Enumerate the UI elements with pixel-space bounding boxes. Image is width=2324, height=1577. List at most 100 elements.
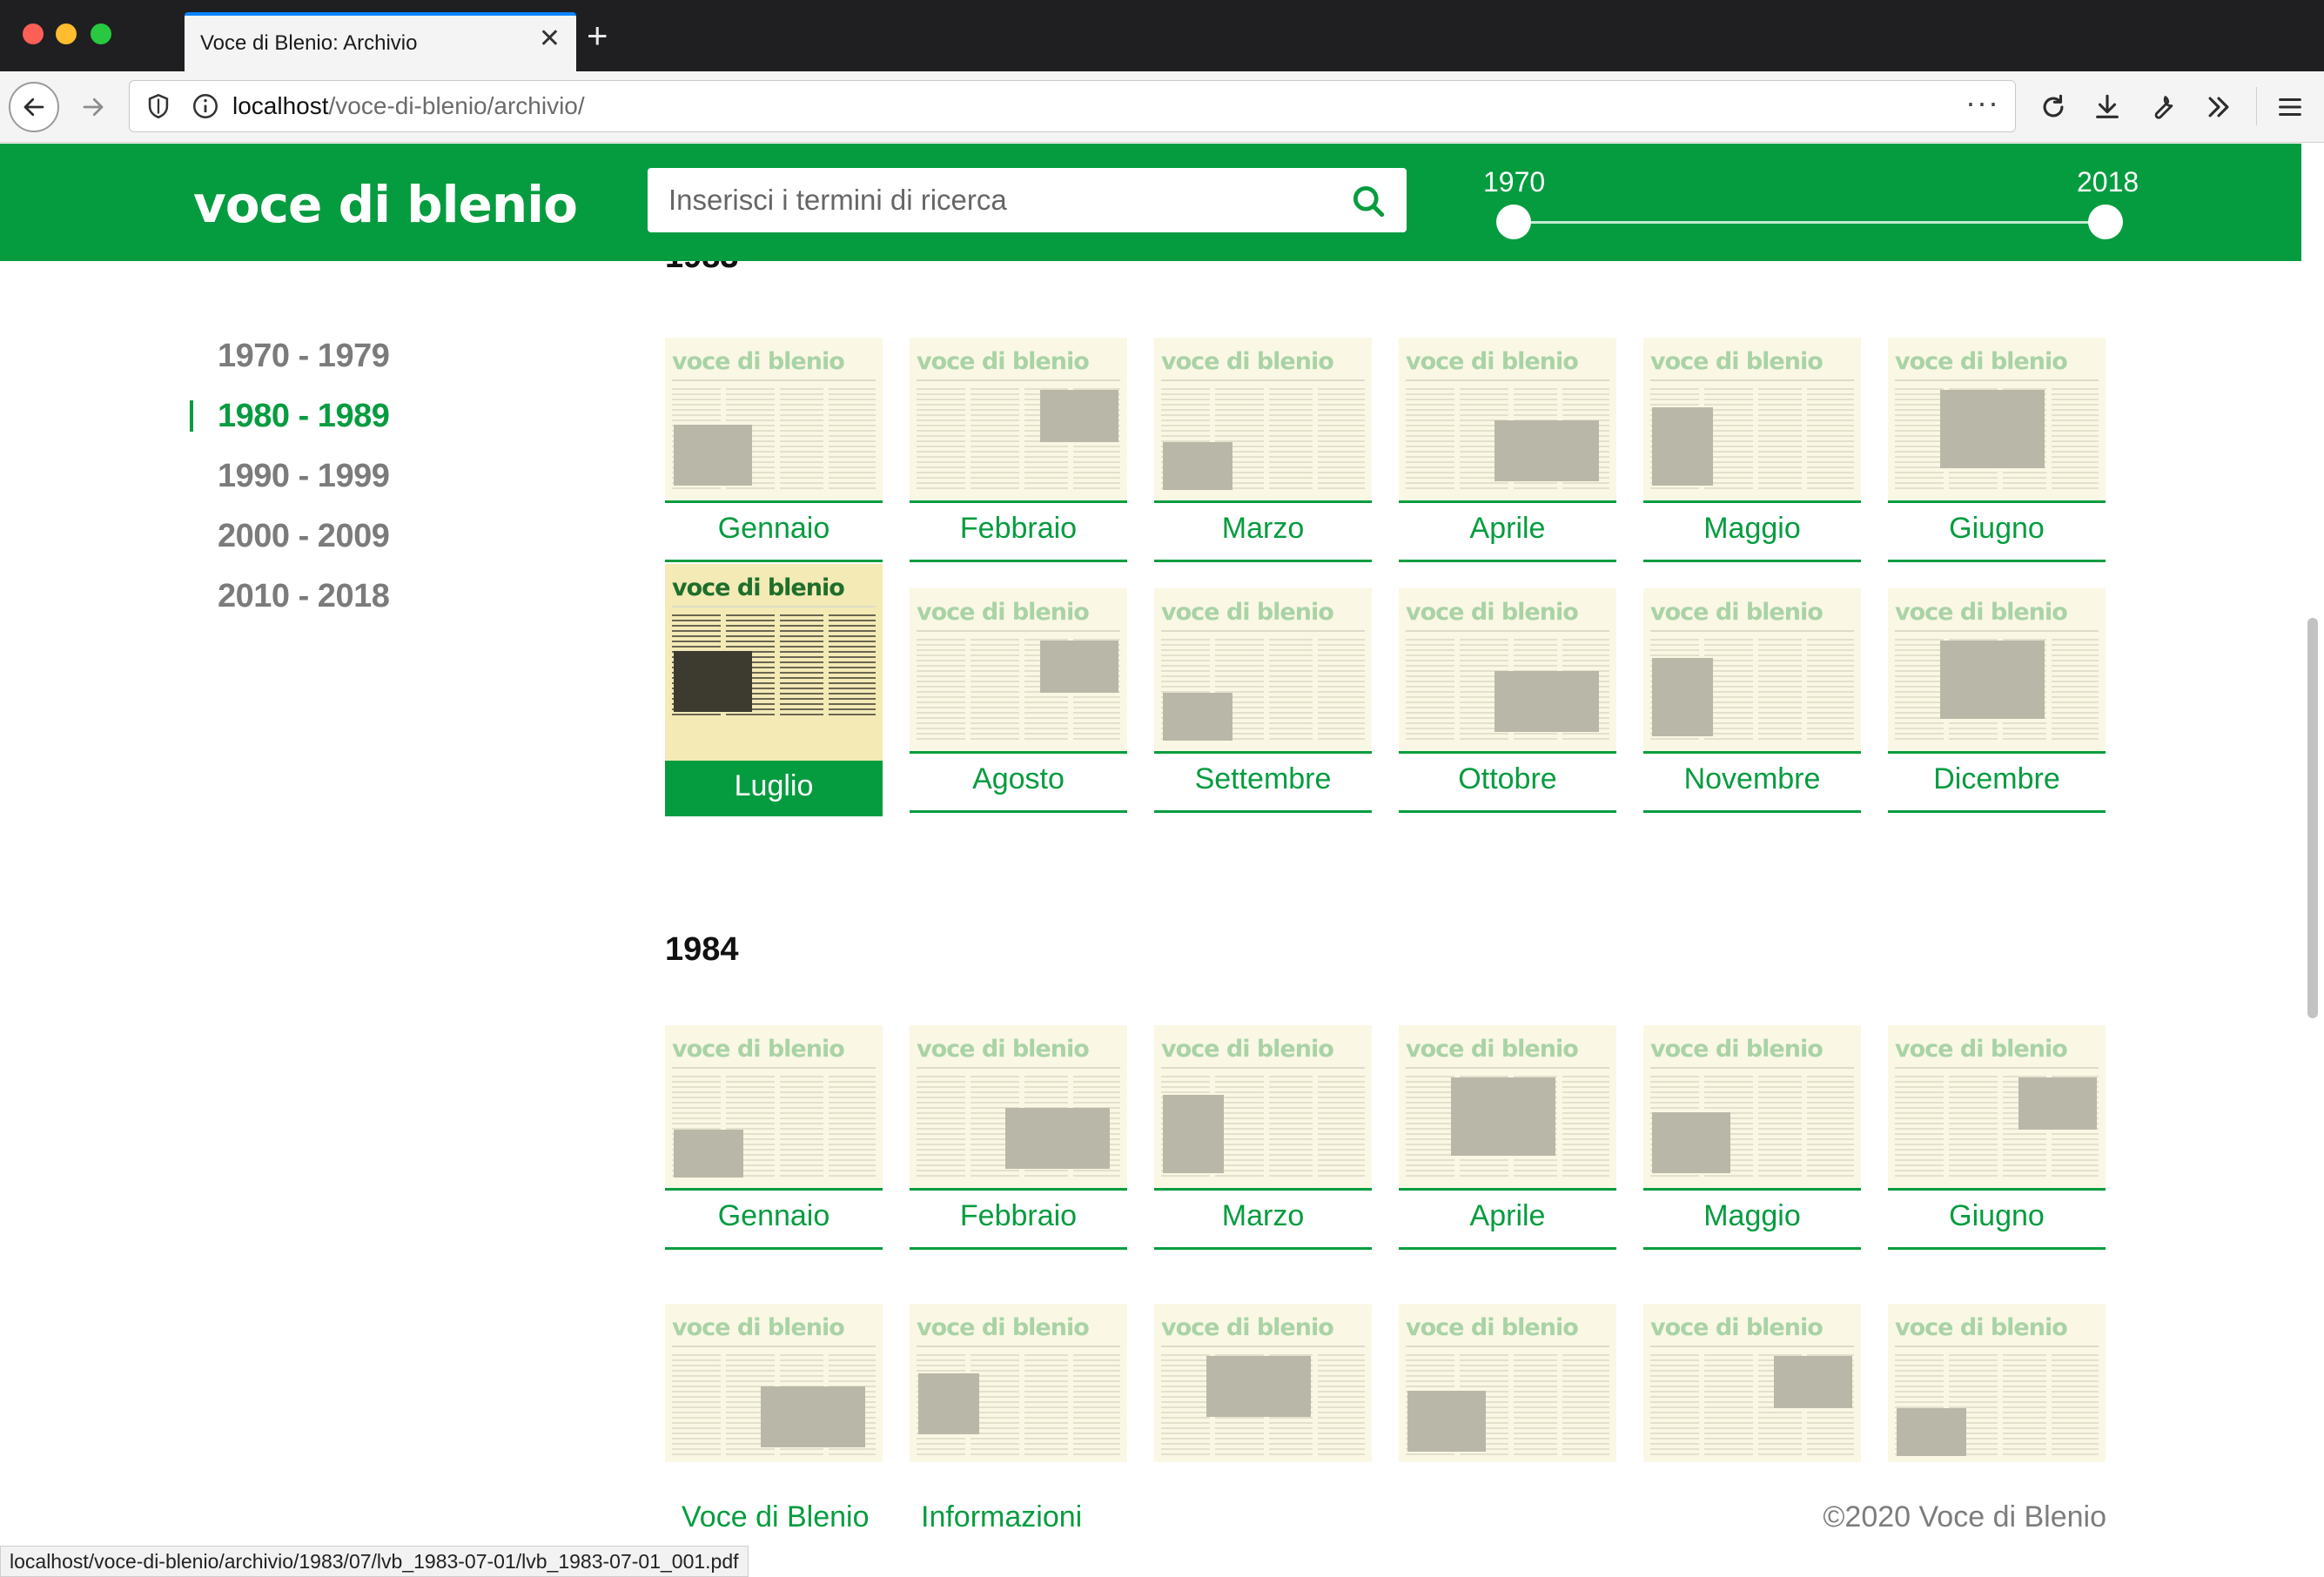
month-card-1984-10[interactable]: voce di blenio bbox=[1399, 1304, 1616, 1462]
month-label[interactable]: Luglio bbox=[665, 761, 883, 816]
footer-link-info[interactable]: Informazioni bbox=[921, 1500, 1082, 1534]
issue-thumbnail[interactable]: voce di blenio bbox=[910, 1304, 1127, 1462]
issue-thumbnail[interactable]: voce di blenio bbox=[1399, 588, 1616, 754]
reload-icon[interactable] bbox=[2028, 82, 2079, 132]
wrench-icon[interactable] bbox=[2138, 82, 2188, 132]
year-range-track[interactable] bbox=[1515, 221, 2106, 224]
month-label[interactable]: Marzo bbox=[1154, 510, 1372, 562]
decade-link-2010[interactable]: 2010 - 2018 bbox=[218, 578, 390, 638]
page-scrollbar[interactable] bbox=[2301, 144, 2324, 1577]
month-card-1984-9[interactable]: voce di blenio bbox=[1154, 1304, 1372, 1462]
issue-thumbnail[interactable]: voce di blenio bbox=[1643, 338, 1861, 503]
search-input[interactable] bbox=[668, 180, 1330, 220]
issue-thumbnail[interactable]: voce di blenio bbox=[1888, 1025, 2106, 1191]
issue-thumbnail[interactable]: voce di blenio bbox=[910, 338, 1127, 503]
issue-thumbnail[interactable]: voce di blenio bbox=[910, 1025, 1127, 1191]
issue-thumbnail[interactable]: voce di blenio bbox=[1154, 1304, 1372, 1462]
footer-link-home[interactable]: Voce di Blenio bbox=[682, 1500, 870, 1534]
issue-thumbnail[interactable]: voce di blenio bbox=[1399, 1304, 1616, 1462]
decade-link-1970[interactable]: 1970 - 1979 bbox=[218, 338, 390, 398]
minimize-window-button[interactable] bbox=[56, 23, 77, 44]
issue-thumbnail[interactable]: voce di blenio bbox=[1154, 338, 1372, 503]
issue-thumbnail[interactable]: voce di blenio bbox=[1154, 588, 1372, 754]
issue-thumbnail[interactable]: voce di blenio bbox=[1888, 1304, 2106, 1462]
issue-thumbnail[interactable]: voce di blenio bbox=[910, 588, 1127, 754]
shield-icon[interactable] bbox=[144, 91, 173, 121]
download-icon[interactable] bbox=[2082, 82, 2133, 132]
month-label[interactable]: Settembre bbox=[1154, 761, 1372, 813]
month-label[interactable]: Marzo bbox=[1154, 1198, 1372, 1250]
month-label[interactable]: Gennaio bbox=[665, 1198, 883, 1250]
issue-thumbnail[interactable]: voce di blenio bbox=[1643, 1025, 1861, 1191]
month-label[interactable]: Novembre bbox=[1643, 761, 1861, 813]
month-card-1983-8[interactable]: voce di blenio Agosto bbox=[910, 588, 1127, 813]
month-card-1984-8[interactable]: voce di blenio bbox=[910, 1304, 1127, 1462]
issue-thumbnail[interactable]: voce di blenio bbox=[665, 1304, 883, 1462]
decade-link-1990[interactable]: 1990 - 1999 bbox=[218, 458, 390, 518]
month-label[interactable]: Aprile bbox=[1399, 510, 1616, 562]
month-label[interactable]: Giugno bbox=[1888, 1198, 2106, 1250]
month-label[interactable]: Giugno bbox=[1888, 510, 2106, 562]
issue-thumbnail[interactable]: voce di blenio bbox=[1399, 338, 1616, 503]
month-card-1983-7[interactable]: voce di blenio Luglio bbox=[665, 564, 883, 816]
scrollbar-thumb[interactable] bbox=[2307, 618, 2318, 1018]
month-card-1983-12[interactable]: voce di blenio Dicembre bbox=[1888, 588, 2106, 813]
issue-thumbnail[interactable]: voce di blenio bbox=[1154, 1025, 1372, 1191]
month-card-1983-11[interactable]: voce di blenio Novembre bbox=[1643, 588, 1861, 813]
month-card-1984-5[interactable]: voce di blenio Maggio bbox=[1643, 1025, 1861, 1250]
info-icon[interactable] bbox=[191, 91, 220, 121]
month-card-1983-3[interactable]: voce di blenio Marzo bbox=[1154, 338, 1372, 562]
month-card-1983-2[interactable]: voce di blenio Febbraio bbox=[910, 338, 1127, 562]
forward-arrow-icon[interactable] bbox=[68, 82, 118, 132]
thumbnail-photo bbox=[1494, 420, 1599, 481]
issue-thumbnail[interactable]: voce di blenio bbox=[1888, 588, 2106, 754]
month-label[interactable]: Ottobre bbox=[1399, 761, 1616, 813]
month-label[interactable]: Dicembre bbox=[1888, 761, 2106, 813]
close-tab-icon[interactable]: ✕ bbox=[539, 26, 561, 52]
month-card-1983-9[interactable]: voce di blenio Settembre bbox=[1154, 588, 1372, 813]
month-card-1983-1[interactable]: voce di blenio Gennaio bbox=[665, 338, 883, 562]
issue-thumbnail[interactable]: voce di blenio bbox=[1643, 1304, 1861, 1462]
month-card-1983-10[interactable]: voce di blenio Ottobre bbox=[1399, 588, 1616, 813]
close-window-button[interactable] bbox=[23, 23, 44, 44]
month-label[interactable]: Febbraio bbox=[910, 1198, 1127, 1250]
new-tab-icon[interactable]: + bbox=[587, 17, 608, 54]
hamburger-menu-icon[interactable] bbox=[2265, 82, 2315, 132]
month-label[interactable]: Gennaio bbox=[665, 510, 883, 562]
month-card-1984-1[interactable]: voce di blenio Gennaio bbox=[665, 1025, 883, 1250]
month-label[interactable]: Febbraio bbox=[910, 510, 1127, 562]
browser-tab[interactable]: Voce di Blenio: Archivio ✕ bbox=[185, 12, 576, 71]
month-card-1984-11[interactable]: voce di blenio bbox=[1643, 1304, 1861, 1462]
month-card-1984-6[interactable]: voce di blenio Giugno bbox=[1888, 1025, 2106, 1250]
decade-link-2000[interactable]: 2000 - 2009 bbox=[218, 518, 390, 578]
overflow-chevron-icon[interactable] bbox=[2193, 82, 2244, 132]
month-card-1983-5[interactable]: voce di blenio Maggio bbox=[1643, 338, 1861, 562]
month-card-1984-4[interactable]: voce di blenio Aprile bbox=[1399, 1025, 1616, 1250]
month-card-1984-12[interactable]: voce di blenio bbox=[1888, 1304, 2106, 1462]
zoom-window-button[interactable] bbox=[91, 23, 111, 44]
address-bar[interactable]: localhost/voce-di-blenio/archivio/ ··· bbox=[129, 80, 2016, 132]
back-arrow-icon[interactable] bbox=[9, 82, 59, 132]
month-card-1983-4[interactable]: voce di blenio Aprile bbox=[1399, 338, 1616, 562]
month-label[interactable]: Maggio bbox=[1643, 510, 1861, 562]
page-actions-icon[interactable]: ··· bbox=[1965, 84, 1999, 121]
month-label[interactable]: Maggio bbox=[1643, 1198, 1861, 1250]
search-icon[interactable] bbox=[1349, 182, 1387, 220]
year-range-min-handle[interactable] bbox=[1496, 205, 1531, 239]
month-label[interactable]: Agosto bbox=[910, 761, 1127, 813]
month-label[interactable]: Aprile bbox=[1399, 1198, 1616, 1250]
month-card-1984-7[interactable]: voce di blenio bbox=[665, 1304, 883, 1462]
issue-thumbnail[interactable]: voce di blenio bbox=[665, 1025, 883, 1191]
issue-thumbnail[interactable]: voce di blenio bbox=[1399, 1025, 1616, 1191]
issue-thumbnail[interactable]: voce di blenio bbox=[1888, 338, 2106, 503]
year-range-max-handle[interactable] bbox=[2088, 205, 2123, 239]
month-card-1983-6[interactable]: voce di blenio Giugno bbox=[1888, 338, 2106, 562]
month-card-1984-2[interactable]: voce di blenio Febbraio bbox=[910, 1025, 1127, 1250]
issue-thumbnail[interactable]: voce di blenio bbox=[665, 338, 883, 503]
month-card-1984-3[interactable]: voce di blenio Marzo bbox=[1154, 1025, 1372, 1250]
issue-thumbnail[interactable]: voce di blenio bbox=[1643, 588, 1861, 754]
issue-thumbnail[interactable]: voce di blenio bbox=[665, 564, 883, 761]
url-text[interactable]: localhost/voce-di-blenio/archivio/ bbox=[232, 92, 585, 120]
site-logo[interactable]: voce di blenio bbox=[193, 175, 578, 234]
decade-link-1980[interactable]: 1980 - 1989 bbox=[218, 398, 390, 458]
